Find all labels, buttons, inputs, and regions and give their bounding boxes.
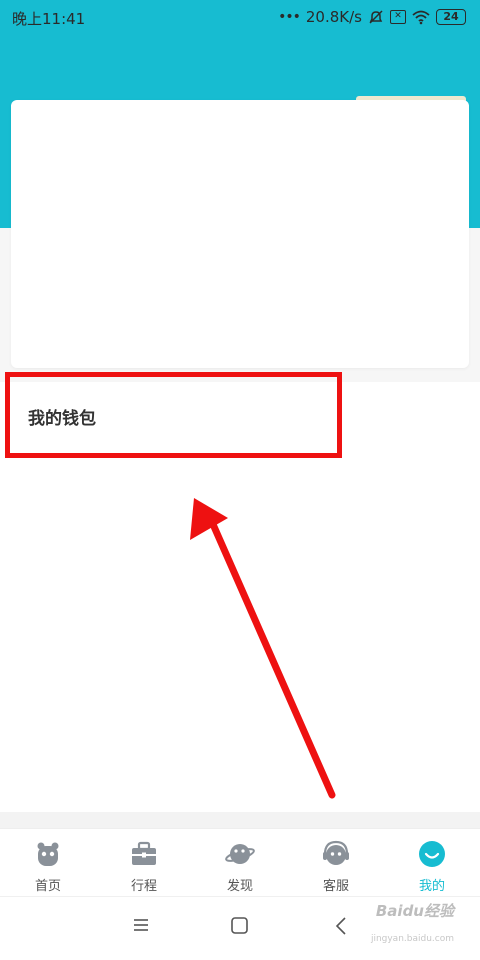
tab-discover[interactable]: 发现 bbox=[192, 829, 288, 896]
highlight-box bbox=[5, 372, 342, 458]
tab-home[interactable]: 首页 bbox=[0, 829, 96, 896]
wifi-icon bbox=[412, 10, 430, 25]
home-square-icon[interactable] bbox=[231, 917, 248, 934]
tab-trips[interactable]: 行程 bbox=[96, 829, 192, 896]
tab-mine[interactable]: 我的 bbox=[384, 829, 480, 896]
tab-label: 我的 bbox=[418, 879, 445, 894]
divider bbox=[0, 812, 480, 828]
status-icons: ••• 20.8K/s ✕ 24 bbox=[278, 8, 466, 26]
briefcase-icon bbox=[132, 841, 156, 865]
home-icon bbox=[37, 842, 59, 866]
back-icon[interactable] bbox=[334, 917, 348, 935]
network-speed: 20.8K/s bbox=[305, 8, 362, 26]
tab-label: 行程 bbox=[130, 879, 157, 894]
watermark: Baidu经验 bbox=[375, 902, 454, 920]
menu-icon[interactable] bbox=[133, 917, 149, 933]
status-time: 晚上11:41 bbox=[12, 10, 86, 28]
smile-icon bbox=[419, 841, 445, 867]
tab-service[interactable]: 客服 bbox=[288, 829, 384, 896]
bottom-tab-bar: 首页 行程 发现 客服 我的 bbox=[0, 828, 480, 896]
watermark-url: jingyan.baidu.com bbox=[370, 934, 454, 944]
battery-icon: 24 bbox=[436, 9, 466, 25]
sim-off-icon: ✕ bbox=[390, 10, 406, 24]
status-bar: 晚上11:41 ••• 20.8K/s ✕ 24 bbox=[0, 0, 480, 36]
tab-label: 首页 bbox=[34, 879, 61, 894]
status-dots: ••• bbox=[278, 9, 301, 25]
planet-icon bbox=[225, 844, 255, 864]
profile-card[interactable] bbox=[11, 100, 469, 368]
headset-icon bbox=[323, 840, 349, 865]
tab-label: 客服 bbox=[322, 879, 349, 894]
tab-label: 发现 bbox=[226, 879, 253, 894]
mute-icon bbox=[369, 10, 383, 24]
